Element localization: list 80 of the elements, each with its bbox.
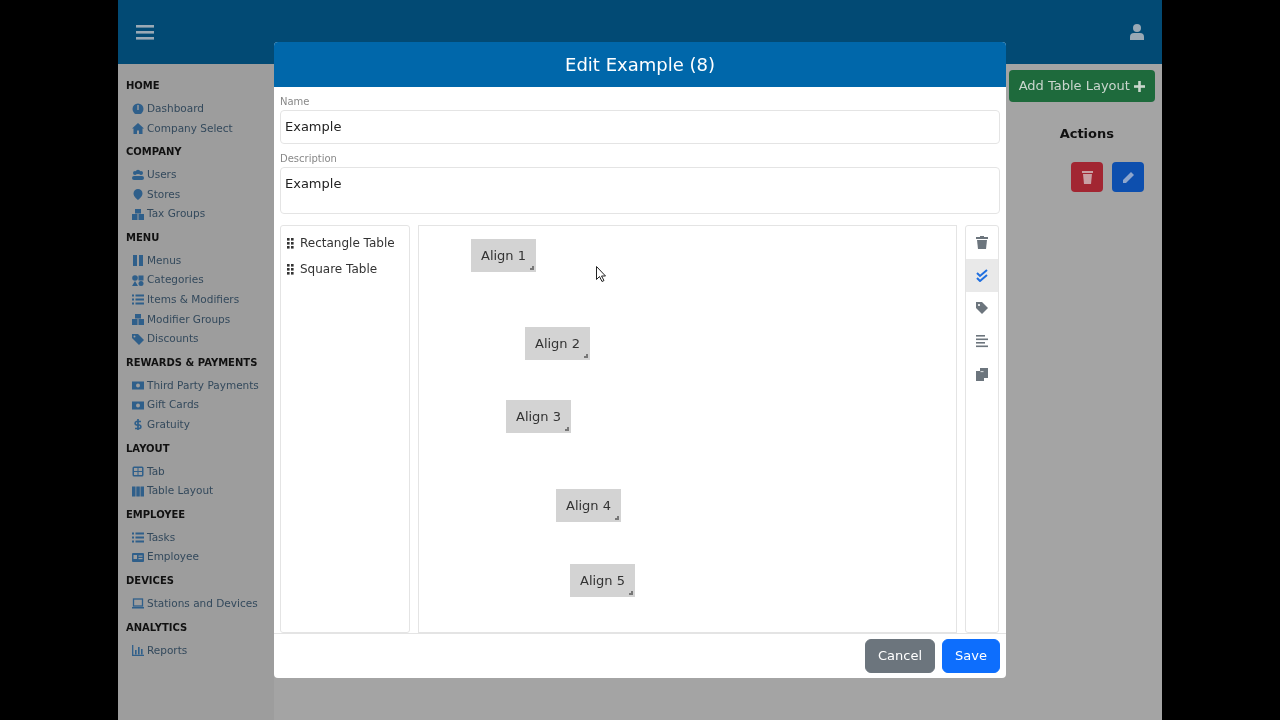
sidebar-item[interactable]: Tax Groups <box>126 204 274 224</box>
sidebar-item[interactable]: Items & Modifiers <box>126 290 274 310</box>
trash-icon <box>976 236 988 250</box>
shapes-icon <box>132 274 144 286</box>
sidebar-item[interactable]: Third Party Payments <box>126 375 274 396</box>
list-icon <box>132 532 144 544</box>
tool-button[interactable] <box>966 259 998 293</box>
sidebar-item[interactable]: Dashboard <box>126 99 274 119</box>
users-icon <box>132 169 144 181</box>
home-icon <box>132 122 144 134</box>
drag-handle-icon <box>287 263 294 275</box>
sidebar-item[interactable]: Tasks <box>126 527 274 548</box>
tag-icon <box>132 333 144 345</box>
boxes-icon <box>132 208 144 220</box>
cancel-button[interactable]: Cancel <box>865 639 936 673</box>
sidebar-heading: ANALYTICS <box>126 620 189 635</box>
sidebar-heading: HOME <box>126 79 161 93</box>
menu-icon[interactable] <box>136 24 154 40</box>
sidebar-item[interactable]: Users <box>126 165 274 185</box>
tag-icon <box>976 302 988 316</box>
drag-handle-icon <box>287 237 294 249</box>
chart-icon <box>132 645 144 656</box>
description-field[interactable]: Example <box>280 166 1000 215</box>
pencil-icon <box>1121 170 1135 184</box>
sidebar-heading: MENU <box>126 230 161 245</box>
sidebar-heading: COMPANY <box>126 145 183 160</box>
utensils-icon <box>132 255 144 267</box>
field-label: Description <box>280 151 338 166</box>
money-icon <box>132 380 144 392</box>
save-button[interactable]: Save <box>942 639 1000 673</box>
palette-item[interactable]: Square Table <box>287 256 403 283</box>
sidebar-item[interactable]: Stores <box>126 184 274 205</box>
copy-icon <box>976 368 988 382</box>
user-icon[interactable] <box>1130 24 1144 40</box>
pin-icon <box>132 189 144 201</box>
actions-heading: Actions <box>1059 125 1114 143</box>
id-card-icon <box>132 551 144 563</box>
dollar-icon <box>132 419 144 431</box>
sidebar-item[interactable]: Gift Cards <box>126 395 274 416</box>
sidebar-heading: EMPLOYEE <box>126 507 187 522</box>
sidebar-item[interactable]: Company Select <box>126 118 274 139</box>
table-item[interactable]: Align 1 <box>471 239 536 273</box>
boxes-icon <box>132 314 144 326</box>
sidebar-heading: DEVICES <box>126 574 175 589</box>
trash-icon <box>1081 170 1093 184</box>
pointer-icon <box>596 266 606 283</box>
delete-button[interactable] <box>1071 162 1103 192</box>
table-item[interactable]: Align 5 <box>570 564 635 598</box>
sidebar-item[interactable]: Table Layout <box>126 481 274 501</box>
sidebar-item[interactable]: Tab <box>126 461 274 482</box>
double-check-icon <box>976 269 988 283</box>
edit-button[interactable] <box>1112 162 1144 192</box>
palette-item-label: Rectangle Table <box>300 235 395 253</box>
palette-item-label: Square Table <box>300 261 378 279</box>
table-item[interactable]: Align 3 <box>506 400 571 434</box>
sidebar-item[interactable]: Menus <box>126 250 274 271</box>
name-field[interactable]: Example <box>280 110 1000 144</box>
add-table-layout-button[interactable]: Add Table Layout <box>1008 70 1155 102</box>
table-item[interactable]: Align 4 <box>556 489 621 523</box>
sidebar-heading: REWARDS & PAYMENTS <box>126 355 259 370</box>
columns-icon <box>132 485 144 497</box>
sidebar-item[interactable]: Discounts <box>126 329 274 349</box>
table-item[interactable]: Align 2 <box>525 327 590 361</box>
money-icon <box>132 399 144 411</box>
laptop-icon <box>132 598 144 610</box>
palette-item[interactable]: Rectangle Table <box>287 230 403 257</box>
sidebar-item[interactable]: Categories <box>126 270 274 291</box>
sidebar-item[interactable]: Reports <box>126 640 274 661</box>
sidebar-item[interactable]: Modifier Groups <box>126 309 274 330</box>
sidebar-heading: LAYOUT <box>126 441 171 456</box>
plus-icon <box>1134 81 1145 92</box>
dialog-title: Edit Example (8) <box>274 42 1006 87</box>
sidebar-item[interactable]: Employee <box>126 547 274 568</box>
gauge-icon <box>132 103 144 115</box>
sidebar-item[interactable]: Stations and Devices <box>126 594 274 614</box>
grid-icon <box>132 466 144 477</box>
field-label: Name <box>280 95 311 109</box>
align-left-icon <box>976 335 988 349</box>
sidebar-item[interactable]: Gratuity <box>126 415 274 435</box>
list-icon <box>132 294 144 306</box>
